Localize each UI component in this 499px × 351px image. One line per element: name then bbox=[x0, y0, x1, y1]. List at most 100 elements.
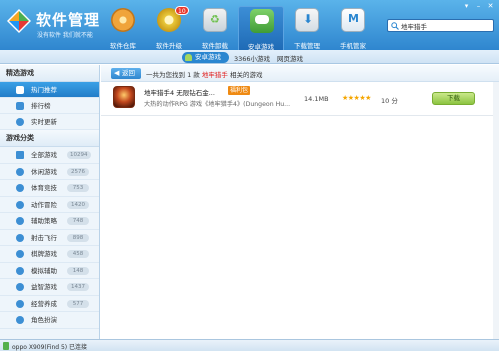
category-label: 全部游戏 bbox=[31, 151, 57, 159]
plant-icon bbox=[16, 299, 24, 308]
category-management[interactable]: 经营养成 577 bbox=[0, 296, 99, 312]
trophy-icon bbox=[16, 102, 24, 110]
nav-software-store[interactable]: 软件仓库 bbox=[100, 6, 146, 50]
sidebar-item-label: 热门推荐 bbox=[31, 86, 57, 94]
category-count: 1420 bbox=[67, 200, 89, 209]
main-content: ◀ 返回 一共为您找到 1 款 地牢猎手 相关的游戏 地牢猎手4 无限钻石金..… bbox=[101, 65, 499, 339]
category-count: 458 bbox=[67, 250, 89, 258]
nav-label: 下载管理 bbox=[294, 42, 320, 50]
game-source-tabs: 安卓游戏 3366小游戏 网页游戏 bbox=[0, 50, 499, 64]
nav-download-manager[interactable]: ⬇ 下载管理 bbox=[284, 6, 330, 50]
category-board[interactable]: 棋牌游戏 458 bbox=[0, 246, 99, 263]
category-count: 10294 bbox=[67, 151, 91, 159]
menu-icon[interactable]: ▾ bbox=[462, 2, 471, 10]
rating-score: 10 分 bbox=[381, 97, 398, 105]
window-controls: ▾ – ✕ bbox=[462, 2, 495, 10]
nav-software-uninstall[interactable]: ♻ 软件卸载 bbox=[192, 6, 238, 50]
category-sports[interactable]: 体育竞技 753 bbox=[0, 180, 99, 197]
category-label: 角色扮演 bbox=[31, 316, 57, 324]
category-strategy[interactable]: 辅助策略 748 bbox=[0, 213, 99, 230]
category-count: 753 bbox=[67, 184, 89, 192]
nav-label: 软件升级 bbox=[156, 42, 182, 50]
category-label: 休闲游戏 bbox=[31, 167, 57, 176]
nav-phone-manager[interactable]: M 手机管家 bbox=[330, 6, 376, 50]
download-button[interactable]: 下载 bbox=[432, 92, 475, 105]
sidebar-item-updates[interactable]: 实时更新 bbox=[0, 114, 99, 130]
game-size: 14.1MB bbox=[304, 95, 329, 103]
status-bar: oppo X909(Find 5) 已连接 bbox=[0, 339, 499, 351]
nav-android-games[interactable]: 安卓游戏 bbox=[238, 6, 284, 51]
minimize-icon[interactable]: – bbox=[474, 2, 483, 10]
back-label: 返回 bbox=[122, 69, 135, 77]
nav-label: 软件卸载 bbox=[202, 42, 228, 50]
summary-mid: 款 bbox=[193, 71, 200, 79]
puzzle-icon bbox=[16, 283, 24, 291]
sidebar-item-label: 排行榜 bbox=[31, 102, 51, 110]
update-count-badge: 10 bbox=[175, 6, 189, 15]
android-icon bbox=[185, 54, 192, 61]
search-keyword: 地牢猎手 bbox=[201, 71, 228, 79]
category-label: 经营养成 bbox=[31, 299, 57, 308]
gift-badge[interactable]: 福利包 bbox=[228, 86, 251, 95]
grid-icon bbox=[16, 151, 24, 159]
gear-icon bbox=[16, 200, 24, 209]
mask-icon bbox=[16, 316, 24, 324]
close-icon[interactable]: ✕ bbox=[486, 2, 495, 10]
list-item[interactable]: 地牢猎手4 无限钻石金... 福利包 大热的动作RPG 游戏《地牢猎手4》(Du… bbox=[101, 82, 499, 116]
back-arrow-icon: ◀ bbox=[114, 69, 120, 77]
phone-shield-icon: M bbox=[341, 8, 365, 32]
rating-stars: ★★★★★ bbox=[342, 94, 371, 102]
result-summary: 一共为您找到 1 款 地牢猎手 相关的游戏 bbox=[146, 69, 262, 79]
app-title: 软件管理 bbox=[36, 11, 101, 29]
sidebar-item-label: 实时更新 bbox=[31, 118, 57, 126]
device-status: oppo X909(Find 5) 已连接 bbox=[12, 344, 88, 351]
sidebar: 精选游戏 热门推荐 排行榜 实时更新 游戏分类 全部游戏 10294 休闲游戏 … bbox=[0, 65, 100, 339]
main-nav: 软件仓库 10 软件升级 ♻ 软件卸载 安卓游戏 ⬇ 下载管理 M 手机管家 bbox=[100, 6, 376, 51]
pen-icon bbox=[16, 217, 24, 225]
result-bar: ◀ 返回 一共为您找到 1 款 地牢猎手 相关的游戏 bbox=[101, 65, 499, 82]
category-puzzle[interactable]: 益智游戏 1437 bbox=[0, 279, 99, 296]
category-action[interactable]: 动作冒险 1420 bbox=[0, 197, 99, 213]
cup-icon bbox=[16, 167, 24, 176]
game-name[interactable]: 地牢猎手4 无限钻石金... bbox=[144, 87, 215, 97]
download-folder-icon: ⬇ bbox=[295, 8, 319, 32]
recycle-bin-icon: ♻ bbox=[203, 8, 227, 32]
tab-android-games[interactable]: 安卓游戏 bbox=[182, 52, 229, 63]
warehouse-disc-icon bbox=[111, 8, 135, 32]
game-thumbnail[interactable] bbox=[113, 86, 135, 108]
scrollbar[interactable] bbox=[493, 82, 499, 339]
search-icon[interactable] bbox=[391, 22, 399, 30]
category-count: 2576 bbox=[67, 167, 89, 176]
category-rpg[interactable]: 角色扮演 bbox=[0, 312, 99, 329]
android-gamepad-icon bbox=[250, 9, 274, 33]
result-count: 1 bbox=[187, 71, 192, 79]
nav-software-upgrade[interactable]: 10 软件升级 bbox=[146, 6, 192, 50]
sidebar-item-hot[interactable]: 热门推荐 bbox=[0, 82, 99, 98]
phone-connected-icon bbox=[3, 342, 9, 350]
category-count: 1437 bbox=[67, 283, 89, 291]
category-shooting[interactable]: 射击飞行 898 bbox=[0, 230, 99, 246]
category-casual[interactable]: 休闲游戏 2576 bbox=[0, 164, 99, 180]
category-all[interactable]: 全部游戏 10294 bbox=[0, 147, 99, 164]
tab-web-games[interactable]: 网页游戏 bbox=[277, 53, 303, 63]
summary-prefix: 一共为您找到 bbox=[146, 71, 185, 79]
nav-label: 手机管家 bbox=[340, 42, 366, 50]
game-description: 大热的动作RPG 游戏《地牢猎手4》(Dungeon Hu... bbox=[144, 101, 291, 108]
category-count: 577 bbox=[67, 299, 89, 308]
nav-label: 软件仓库 bbox=[110, 42, 136, 50]
featured-section-title: 精选游戏 bbox=[0, 65, 99, 82]
summary-suffix: 相关的游戏 bbox=[229, 71, 263, 79]
search-box[interactable] bbox=[387, 19, 494, 32]
header-bar: 软件管理 没有软件 我们就不能 软件仓库 10 软件升级 ♻ 软件卸载 安卓游戏… bbox=[0, 0, 499, 51]
clock-icon bbox=[16, 118, 24, 126]
tab-label: 安卓游戏 bbox=[195, 53, 221, 61]
category-simulation[interactable]: 模拟辅助 148 bbox=[0, 263, 99, 279]
back-button[interactable]: ◀ 返回 bbox=[111, 68, 141, 79]
category-label: 模拟辅助 bbox=[31, 266, 57, 275]
thumbs-up-icon bbox=[16, 86, 24, 94]
category-label: 动作冒险 bbox=[31, 200, 57, 209]
category-label: 辅助策略 bbox=[31, 217, 57, 225]
sidebar-item-ranking[interactable]: 排行榜 bbox=[0, 98, 99, 114]
tab-3366-games[interactable]: 3366小游戏 bbox=[234, 53, 270, 63]
search-input[interactable] bbox=[401, 20, 481, 31]
